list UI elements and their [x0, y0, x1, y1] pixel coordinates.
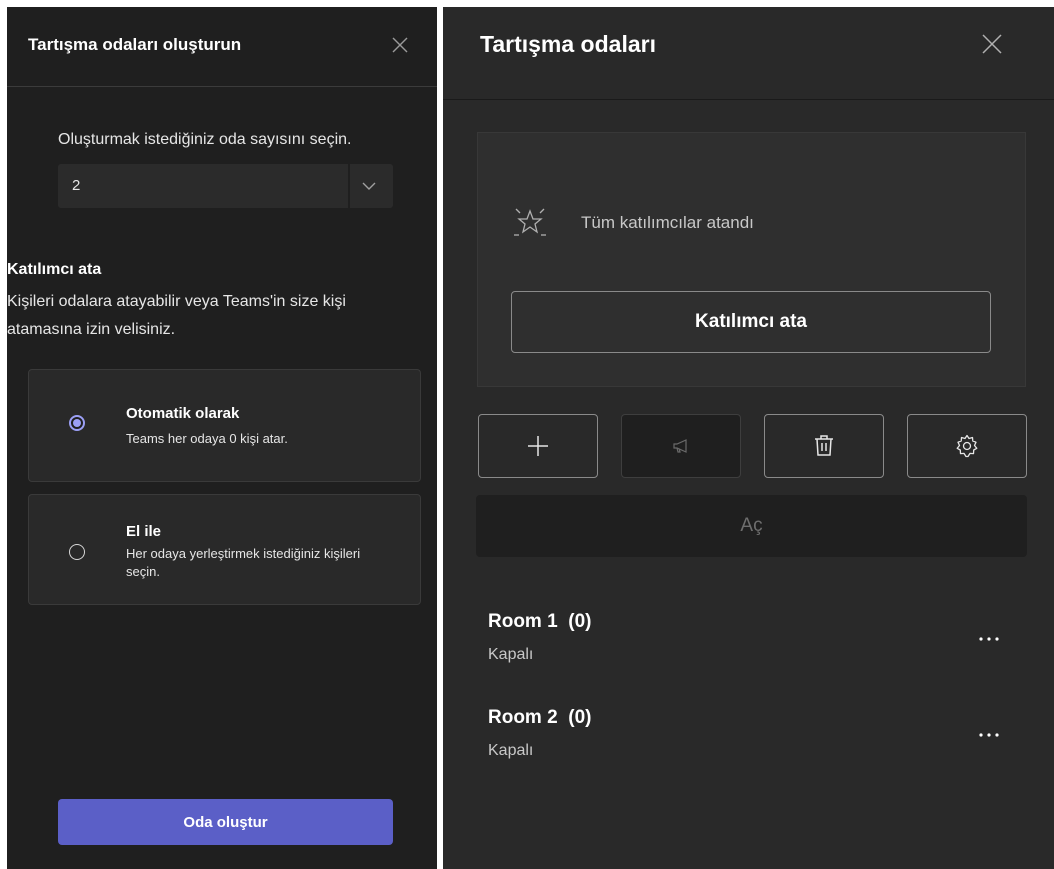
chevron-down-icon[interactable] [360, 178, 378, 194]
trash-icon [815, 435, 833, 456]
radio-selected-icon[interactable] [69, 415, 85, 431]
plus-icon [528, 436, 548, 456]
option-manual[interactable]: El ile Her odaya yerleştirmek istediğini… [28, 494, 421, 605]
megaphone-icon [673, 439, 687, 453]
gear-icon [956, 434, 978, 458]
create-rooms-button[interactable]: Oda oluştur [58, 799, 393, 845]
assign-participants-description: Kişileri odalara atayabilir veya Teams'i… [7, 293, 346, 338]
assign-participants-heading: Katılımcı ata [7, 261, 102, 278]
create-rooms-panel: Tartışma odaları oluşturun Oluşturmak is… [7, 7, 437, 869]
option-title: El ile [126, 523, 162, 540]
more-options-icon[interactable] [972, 721, 1006, 745]
room-status: Kapalı [488, 742, 534, 759]
option-title: Otomatik olarak [126, 405, 240, 422]
assignment-status-text: Tüm katılımcılar atandı [581, 213, 754, 232]
sparkle-star-icon [514, 208, 546, 236]
close-icon[interactable] [390, 35, 410, 55]
room-participant-count: (0) [568, 707, 592, 728]
radio-unselected-icon[interactable] [69, 544, 85, 560]
room-name: Room 2 (0) [488, 707, 591, 729]
room-list-item[interactable]: Room 1 (0) Kapalı [488, 611, 1018, 701]
open-rooms-button[interactable]: Aç [476, 495, 1027, 557]
panel-title: Tartışma odaları [480, 31, 656, 57]
room-name: Room 1 (0) [488, 611, 591, 633]
assign-participants-button[interactable]: Katılımcı ata [511, 291, 991, 353]
panel-title: Tartışma odaları oluşturun [28, 35, 242, 54]
room-status: Kapalı [488, 646, 534, 663]
panel-header: Tartışma odaları [443, 7, 1054, 100]
room-settings-button[interactable] [907, 414, 1027, 478]
more-options-icon[interactable] [972, 625, 1006, 649]
panel-header: Tartışma odaları oluşturun [7, 7, 437, 87]
room-count-label: Oluşturmak istediğiniz oda sayısını seçi… [58, 131, 352, 148]
breakout-rooms-panel: Tartışma odaları Tüm katılımcılar atandı… [443, 7, 1054, 869]
room-participant-count: (0) [568, 611, 592, 632]
room-name-text: Room 2 [488, 707, 558, 728]
room-count-dropdown[interactable]: 2 [58, 164, 393, 208]
room-count-value: 2 [72, 177, 81, 194]
option-description: Her odaya yerleştirmek istediğiniz kişil… [126, 546, 361, 579]
option-description: Teams her odaya 0 kişi atar. [126, 431, 288, 446]
delete-room-button[interactable] [764, 414, 884, 478]
room-list-item[interactable]: Room 2 (0) Kapalı [488, 707, 1018, 797]
close-icon[interactable] [980, 32, 1004, 56]
dropdown-divider [348, 164, 350, 208]
option-automatic[interactable]: Otomatik olarak Teams her odaya 0 kişi a… [28, 369, 421, 482]
announcement-button[interactable] [621, 414, 741, 478]
assignment-status-box: Tüm katılımcılar atandı Katılımcı ata [477, 132, 1026, 387]
room-name-text: Room 1 [488, 611, 558, 632]
add-room-button[interactable] [478, 414, 598, 478]
